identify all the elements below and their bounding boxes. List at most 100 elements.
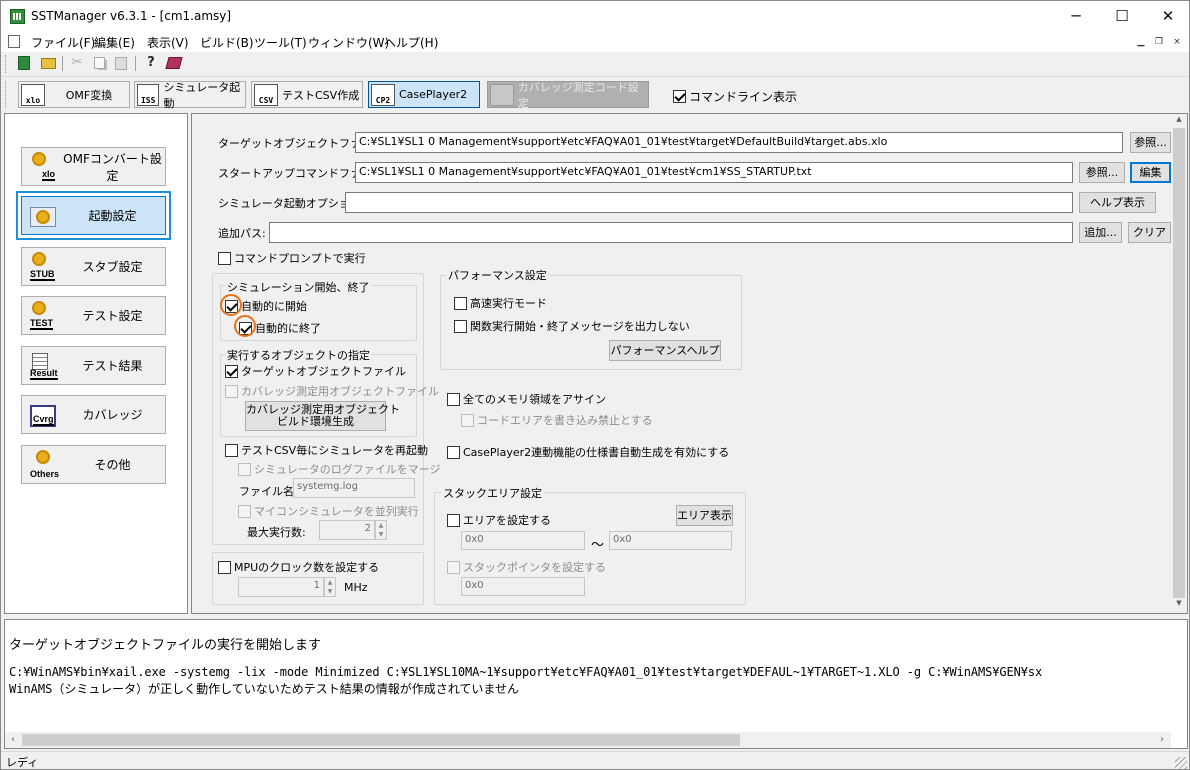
- nav-stub-settings[interactable]: STUB スタブ設定: [21, 247, 166, 286]
- paste-icon[interactable]: [112, 54, 130, 72]
- mpu-clock-checkbox[interactable]: MPUのクロック数を設定する: [218, 559, 379, 575]
- log-line: ターゲットオブジェクトファイルの実行を開始します: [9, 638, 322, 653]
- sim-option-input[interactable]: [345, 192, 1073, 213]
- menu-window[interactable]: ウィンドウ(W): [308, 34, 389, 51]
- caseplayer2-button[interactable]: CP2 CasePlayer2: [368, 81, 480, 108]
- log-scroll-thumb[interactable]: [22, 734, 740, 746]
- nav-test-settings[interactable]: TEST テスト設定: [21, 296, 166, 335]
- scroll-left-icon[interactable]: ‹: [7, 734, 19, 746]
- nav-label: テスト結果: [82, 359, 143, 373]
- menu-build[interactable]: ビルド(B): [200, 34, 254, 51]
- stack-from-input[interactable]: 0x0: [461, 531, 585, 550]
- highlight-circle: [234, 315, 256, 337]
- code-protect-checkbox[interactable]: コードエリアを書き込み禁止とする: [461, 412, 653, 428]
- assign-all-memory-checkbox[interactable]: 全てのメモリ領域をアサイン: [447, 391, 606, 407]
- assign-all-memory-label: 全てのメモリ領域をアサイン: [463, 393, 606, 406]
- nav-test-results[interactable]: Result テスト結果: [21, 346, 166, 385]
- checkbox-box: [447, 392, 460, 406]
- log-filename-input[interactable]: systemg.log: [293, 478, 415, 498]
- log-line: WinAMS（シミュレータ）が正しく動作していないためテスト結果の情報が作成され…: [9, 682, 520, 696]
- browse-target-button[interactable]: 参照...: [1130, 132, 1171, 153]
- coverage-object-checkbox[interactable]: カバレッジ測定用オブジェクトファイル: [225, 383, 439, 399]
- scroll-up-icon[interactable]: ▲: [1173, 115, 1185, 127]
- checkbox-box: [461, 413, 474, 427]
- close-button[interactable]: ✕: [1145, 1, 1189, 32]
- app-window: SSTManager v6.3.1 - [cm1.amsy] ─ ☐ ✕ ファイ…: [0, 0, 1190, 770]
- clear-path-button[interactable]: クリア: [1128, 222, 1171, 243]
- func-message-checkbox[interactable]: 関数実行開始・終了メッセージを出力しない: [454, 318, 690, 334]
- simulator-start-button[interactable]: ISS シミュレータ起動: [134, 81, 246, 110]
- object-spec-title: 実行するオブジェクトの指定: [225, 347, 372, 363]
- cut-icon[interactable]: ✂: [68, 54, 86, 72]
- mdi-restore-button[interactable]: ❐: [1151, 36, 1167, 50]
- menu-file[interactable]: ファイル(F): [31, 34, 95, 51]
- xlo-icon: xlo: [21, 83, 45, 106]
- stack-pointer-input[interactable]: 0x0: [461, 577, 585, 596]
- performance-title: パフォーマンス設定: [446, 267, 549, 283]
- fast-mode-label: 高速実行モード: [470, 297, 547, 310]
- omf-convert-button[interactable]: xlo OMF変換: [18, 81, 130, 108]
- csv-icon: CSV: [254, 83, 278, 106]
- settings-scroll-thumb[interactable]: [1173, 128, 1185, 598]
- nav-startup-settings[interactable]: 起動設定: [21, 196, 166, 235]
- splitter[interactable]: [1, 615, 1189, 618]
- nav-others[interactable]: Others その他: [21, 445, 166, 484]
- coverage-code-button[interactable]: カバレッジ測定コード設定: [487, 81, 649, 110]
- checkbox-box: [218, 560, 231, 574]
- help-show-button[interactable]: ヘルプ表示: [1079, 192, 1156, 213]
- commandline-show-checkbox[interactable]: コマンドライン表示: [673, 88, 797, 105]
- max-run-input[interactable]: 2: [319, 520, 375, 540]
- checkbox-box: [454, 296, 467, 310]
- toolbar-grip: [5, 55, 8, 73]
- scroll-down-icon[interactable]: ▼: [1173, 599, 1185, 611]
- menu-edit[interactable]: 編集(E): [94, 34, 135, 51]
- max-run-spinner[interactable]: ▲ ▼: [375, 520, 387, 540]
- resize-grip[interactable]: [1175, 757, 1187, 769]
- mpu-clock-input[interactable]: 1: [238, 577, 324, 597]
- mdi-minimize-button[interactable]: ▁: [1133, 36, 1149, 50]
- maximize-button[interactable]: ☐: [1099, 1, 1145, 32]
- scroll-right-icon[interactable]: ›: [1156, 734, 1168, 746]
- book-icon[interactable]: [165, 54, 183, 72]
- set-stack-pointer-checkbox[interactable]: スタックポインタを設定する: [447, 559, 606, 575]
- checkbox-box: [218, 251, 231, 265]
- mdi-close-button[interactable]: ×: [1169, 36, 1185, 50]
- merge-log-checkbox[interactable]: シミュレータのログファイルをマージ: [238, 461, 441, 477]
- func-message-label: 関数実行開始・終了メッセージを出力しない: [470, 320, 690, 333]
- cp2-spec-checkbox[interactable]: CasePlayer2連動機能の仕様書自動生成を有効にする: [447, 444, 729, 460]
- mpu-clock-spinner[interactable]: ▲ ▼: [324, 577, 336, 597]
- show-area-button[interactable]: エリア表示: [676, 505, 733, 526]
- log-line: C:¥WinAMS¥bin¥xail.exe -systemg -lix -mo…: [9, 665, 1043, 679]
- command-prompt-checkbox[interactable]: コマンドプロンプトで実行: [218, 250, 366, 266]
- menu-tools[interactable]: ツール(T): [254, 34, 307, 51]
- target-object-input[interactable]: C:¥SL1¥SL1 0 Management¥support¥etc¥FAQ¥…: [355, 132, 1123, 153]
- toolbar-separator: [135, 56, 136, 71]
- coverage-build-line2: ビルド環境生成: [277, 415, 354, 428]
- add-path-input[interactable]: [269, 222, 1073, 243]
- copy-icon[interactable]: [90, 54, 108, 72]
- help-icon[interactable]: ?: [142, 54, 160, 72]
- coverage-build-env-button[interactable]: カバレッジ測定用オブジェクト ビルド環境生成: [245, 401, 400, 431]
- set-stack-pointer-label: スタックポインタを設定する: [463, 561, 606, 574]
- edit-button[interactable]: 編集: [1130, 162, 1171, 183]
- new-icon[interactable]: [15, 54, 33, 72]
- test-csv-button[interactable]: CSV テストCSV作成: [251, 81, 363, 108]
- fast-mode-checkbox[interactable]: 高速実行モード: [454, 295, 547, 311]
- add-path-button[interactable]: 追加...: [1079, 222, 1122, 243]
- filename-label: ファイル名:: [239, 485, 298, 498]
- nav-coverage[interactable]: Cvrg カバレッジ: [21, 395, 166, 434]
- restart-per-csv-checkbox[interactable]: テストCSV毎にシミュレータを再起動: [225, 442, 428, 458]
- startup-command-input[interactable]: C:¥SL1¥SL1 0 Management¥support¥etc¥FAQ¥…: [355, 162, 1073, 183]
- nav-omf-convert-settings[interactable]: xlo OMFコンバート設定: [21, 147, 166, 186]
- open-icon[interactable]: [39, 54, 57, 72]
- set-area-checkbox[interactable]: エリアを設定する: [447, 512, 551, 528]
- cvrg-tag: Cvrg: [33, 413, 54, 426]
- target-object-checkbox[interactable]: ターゲットオブジェクトファイル: [225, 363, 406, 379]
- parallel-run-checkbox[interactable]: マイコンシミュレータを並列実行: [238, 503, 419, 519]
- menu-view[interactable]: 表示(V): [147, 34, 189, 51]
- menu-help[interactable]: ヘルプ(H): [384, 34, 438, 51]
- minimize-button[interactable]: ─: [1053, 1, 1099, 32]
- stack-to-input[interactable]: 0x0: [609, 531, 732, 550]
- performance-help-button[interactable]: パフォーマンスヘルプ: [609, 340, 721, 361]
- browse-startup-button[interactable]: 参照...: [1079, 162, 1125, 183]
